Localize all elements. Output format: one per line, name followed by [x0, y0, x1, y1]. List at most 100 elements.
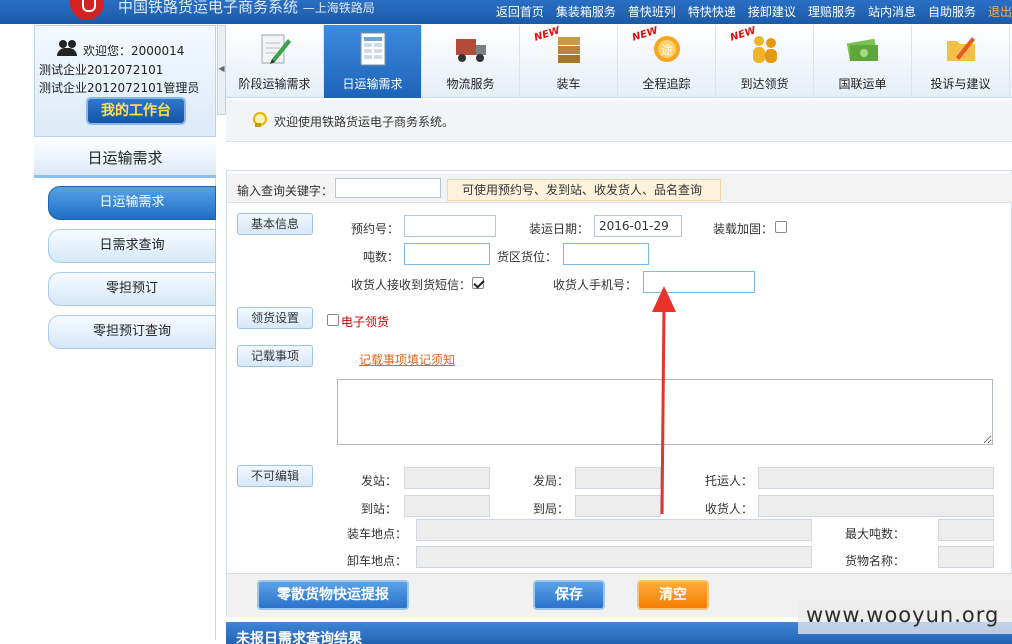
tonnage-input[interactable]: [404, 243, 490, 265]
sidebar-item-lcl-booking[interactable]: 零担预订: [48, 272, 216, 306]
notes-guide-link[interactable]: 记载事项填记须知: [359, 351, 455, 368]
from-station-field: [404, 467, 490, 489]
unload-place-label: 卸车地点：: [347, 554, 408, 568]
reinforce-checkbox[interactable]: [775, 221, 787, 233]
keyword-hint: 可使用预约号、发到站、收发货人、品名查询: [447, 179, 721, 201]
spreadsheet-icon: [360, 32, 386, 66]
ship-date-input[interactable]: [594, 215, 682, 237]
keyword-input[interactable]: [335, 178, 441, 198]
sidebar-item-daily-demand[interactable]: 日运输需求: [48, 186, 216, 220]
top-bar: 中国铁路货运电子商务系统 —上海铁路局 返回首页 集装箱服务 普快班列 特快快递…: [0, 0, 1012, 24]
tab-label: 国联运单: [838, 77, 887, 91]
people-icon: [753, 36, 777, 63]
tab-label: 物流服务: [446, 77, 495, 91]
nav-regular-express[interactable]: 普快班列: [628, 3, 676, 20]
max-ton-label: 最大吨数：: [845, 527, 906, 541]
nav-messages[interactable]: 站内消息: [868, 3, 916, 20]
sidebar-item-lcl-query[interactable]: 零担预订查询: [48, 315, 216, 349]
welcome-text: 欢迎使用铁路货运电子商务系统。: [274, 115, 455, 129]
tonnage-label: 吨数：: [363, 250, 400, 264]
nav-self-service[interactable]: 自助服务: [928, 3, 976, 20]
shipper-field: [758, 467, 994, 489]
tab-label: 全程追踪: [642, 77, 691, 91]
sidebar-menu: 日运输需求 日需求查询 零担预订 零担预订查询: [34, 178, 216, 640]
phone-label: 收货人手机号：: [553, 278, 638, 292]
load-place-label: 装车地点：: [347, 527, 408, 541]
loading-boxes-icon: [558, 37, 580, 63]
tab-label: 到达领货: [740, 77, 789, 91]
slot-label: 货区货位：: [497, 250, 558, 264]
sidebar-title: 日运输需求: [34, 138, 216, 178]
cargo-name-label: 货物名称：: [845, 554, 906, 568]
nav-logout[interactable]: 退出: [988, 3, 1012, 20]
red-arrow-annotation: [652, 286, 676, 515]
tab-label: 装车: [556, 77, 581, 91]
epickup-checkbox[interactable]: [327, 314, 339, 326]
express-submit-button[interactable]: 零散货物快运提报: [257, 580, 409, 610]
notes-tag: 记载事项: [237, 345, 313, 367]
user-admin: 测试企业2012072101管理员: [39, 81, 200, 95]
tab-label: 阶段运输需求: [238, 77, 311, 91]
slot-input[interactable]: [563, 243, 649, 265]
tab-daily-demand[interactable]: 日运输需求: [324, 25, 422, 98]
user-panel: 欢迎您：2000014 测试企业2012072101 测试企业201207210…: [34, 25, 216, 137]
truck-icon: [456, 39, 486, 62]
from-bureau-label: 发局：: [533, 474, 570, 488]
user-company: 测试企业2012072101: [39, 63, 164, 77]
sidebar-item-demand-query[interactable]: 日需求查询: [48, 229, 216, 263]
keyword-label: 输入查询关键字：: [237, 184, 334, 198]
users-icon: [57, 40, 79, 56]
tab-label: 日运输需求: [342, 77, 403, 91]
ship-date-label: 装运日期：: [529, 222, 590, 236]
unload-place-field: [416, 546, 812, 568]
max-ton-field: [938, 519, 994, 541]
sms-checkbox[interactable]: [472, 277, 484, 289]
reinforce-label: 装载加固：: [713, 222, 774, 236]
nav-unloading[interactable]: 接卸建议: [748, 3, 796, 20]
epickup-label: 电子领货: [341, 315, 390, 329]
basic-info-tag: 基本信息: [237, 213, 313, 235]
system-subtitle: —上海铁路局: [302, 1, 375, 15]
demand-form: 输入查询关键字： 可使用预约号、发到站、收发货人、品名查询 基本信息 预约号： …: [226, 170, 1012, 617]
results-header-text: 未报日需求查询结果: [236, 631, 362, 644]
sms-label: 收货人接收到货短信：: [351, 278, 472, 292]
watermark-text: www.wooyun.org: [806, 603, 1000, 627]
booking-no-input[interactable]: [404, 215, 496, 237]
tab-complaints[interactable]: 投诉与建议: [912, 25, 1010, 98]
tab-intl-waybill[interactable]: 国联运单: [814, 25, 912, 98]
shipper-label: 托运人：: [705, 474, 754, 488]
readonly-tag: 不可编辑: [237, 465, 313, 487]
tab-stage-demand[interactable]: 阶段运输需求: [226, 25, 324, 98]
tab-loading[interactable]: NEW 装车: [520, 25, 618, 98]
lightbulb-icon: [252, 112, 267, 128]
load-place-field: [416, 519, 812, 541]
clear-button[interactable]: 清空: [637, 580, 709, 610]
folder-pencil-icon: [947, 37, 975, 61]
workbench-button[interactable]: 我的工作台: [86, 97, 186, 125]
money-bills-icon: [846, 38, 878, 61]
from-station-label: 发站：: [361, 474, 398, 488]
tab-logistics[interactable]: 物流服务: [422, 25, 520, 98]
welcome-bar: 欢迎使用铁路货运电子商务系统。: [226, 100, 1012, 142]
tab-arrival-pickup[interactable]: NEW 到达领货: [716, 25, 814, 98]
document-pen-icon: [261, 34, 291, 64]
collapse-sidebar-button[interactable]: ◀: [217, 25, 226, 115]
to-station-label: 到站：: [361, 502, 398, 516]
function-tabs: 阶段运输需求 日运输需求 物流服务 NEW 装车 NEW 途 全程追踪 NEW: [226, 25, 1012, 98]
tab-tracking[interactable]: NEW 途 全程追踪: [618, 25, 716, 98]
user-welcome: 欢迎您：2000014: [83, 44, 185, 58]
to-bureau-label: 到局：: [533, 502, 570, 516]
consignee-label: 收货人：: [705, 502, 754, 516]
nav-home[interactable]: 返回首页: [496, 3, 544, 20]
nav-container[interactable]: 集装箱服务: [556, 3, 616, 20]
booking-no-label: 预约号：: [351, 222, 400, 236]
save-button[interactable]: 保存: [533, 580, 605, 610]
nav-special-express[interactable]: 特快快递: [688, 3, 736, 20]
consignee-field: [758, 495, 994, 517]
pickup-settings-tag: 领货设置: [237, 307, 313, 329]
system-title: 中国铁路货运电子商务系统 —上海铁路局: [118, 0, 375, 17]
nav-claims[interactable]: 理赔服务: [808, 3, 856, 20]
watermark: www.wooyun.org: [798, 600, 1012, 634]
railway-logo-icon: [70, 0, 104, 20]
keyword-search-row: 输入查询关键字： 可使用预约号、发到站、收发货人、品名查询: [227, 173, 1012, 203]
